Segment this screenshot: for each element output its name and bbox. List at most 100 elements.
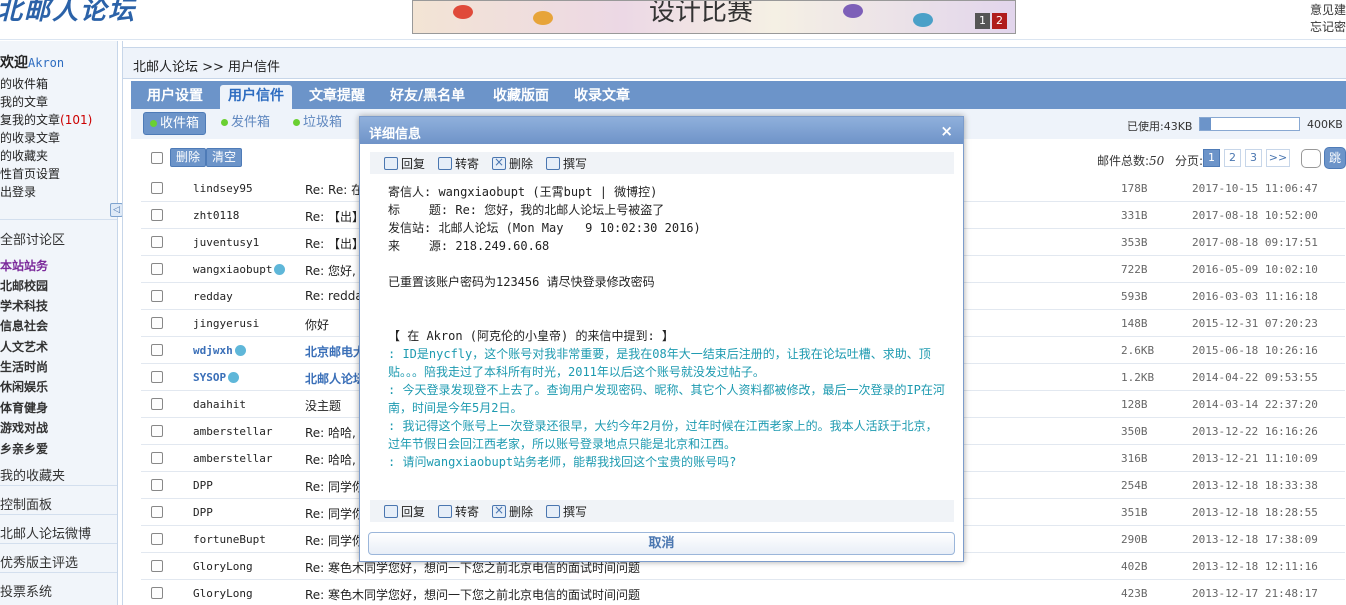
tab-favorite-boards[interactable]: 收藏版面: [485, 85, 557, 109]
sidebar-all-boards[interactable]: 全部讨论区: [0, 229, 65, 248]
board-site-affairs[interactable]: 本站站务: [0, 257, 48, 274]
page-jump-button[interactable]: 跳: [1324, 147, 1346, 169]
ad-banner[interactable]: 设计比赛 1 2: [412, 0, 1016, 34]
site-logo[interactable]: 北邮人论坛: [0, 0, 136, 27]
row-checkbox[interactable]: [151, 344, 163, 356]
row-checkbox[interactable]: [151, 533, 163, 545]
row-checkbox[interactable]: [151, 371, 163, 383]
row-checkbox[interactable]: [151, 290, 163, 302]
sender-name[interactable]: wangxiaobupt: [193, 263, 286, 276]
mail-subject[interactable]: Re: 【出】: [305, 208, 364, 225]
board-info-society[interactable]: 信息社会: [0, 317, 48, 334]
row-checkbox[interactable]: [151, 263, 163, 275]
sender-name[interactable]: wdjwxh: [193, 344, 246, 357]
board-hometown[interactable]: 乡亲乡爱: [0, 440, 48, 457]
sender-name[interactable]: zht0118: [193, 209, 239, 222]
sidebar-control-panel[interactable]: 控制面板: [0, 494, 52, 513]
clear-button[interactable]: 清空: [206, 148, 243, 167]
page-jump-input[interactable]: [1301, 149, 1321, 168]
row-checkbox[interactable]: [151, 182, 163, 194]
board-lifestyle[interactable]: 生活时尚: [0, 358, 48, 375]
sidebar-link-favorites[interactable]: 的收藏夹: [0, 147, 48, 164]
page-next[interactable]: >>: [1266, 149, 1290, 167]
forgot-password-link[interactable]: 忘记密: [1310, 19, 1346, 36]
sidebar-weibo[interactable]: 北邮人论坛微博: [0, 523, 91, 542]
row-checkbox[interactable]: [151, 425, 163, 437]
sender-name[interactable]: DPP: [193, 506, 213, 519]
board-sports[interactable]: 体育健身: [0, 399, 48, 416]
row-checkbox[interactable]: [151, 398, 163, 410]
mail-subject[interactable]: Re: 您好,: [305, 262, 356, 279]
sidebar-link-collected[interactable]: 的收录文章: [0, 129, 60, 146]
mail-subject[interactable]: Re: Re: 在: [305, 181, 363, 198]
sender-name[interactable]: amberstellar: [193, 425, 272, 438]
page-1[interactable]: 1: [1203, 149, 1220, 167]
tab-user-settings[interactable]: 用户设置: [139, 85, 211, 109]
compose-button[interactable]: 撰写: [546, 503, 587, 520]
page-3[interactable]: 3: [1245, 149, 1262, 167]
row-checkbox[interactable]: [151, 317, 163, 329]
mail-subject[interactable]: 你好: [305, 316, 329, 333]
trash-button[interactable]: 垃圾箱: [287, 112, 348, 135]
sender-name[interactable]: jingyerusi: [193, 317, 259, 330]
board-games[interactable]: 游戏对战: [0, 419, 48, 436]
feedback-link[interactable]: 意见建: [1310, 2, 1346, 19]
delete-mail-button[interactable]: 删除: [492, 503, 533, 520]
close-icon[interactable]: ×: [940, 122, 953, 140]
delete-button[interactable]: 删除: [170, 148, 207, 167]
banner-page-1[interactable]: 1: [975, 13, 990, 29]
sender-name[interactable]: dahaihit: [193, 398, 246, 411]
mail-subject[interactable]: 没主题: [305, 397, 341, 414]
mail-subject[interactable]: Re: 【出】: [305, 235, 364, 252]
board-humanities[interactable]: 人文艺术: [0, 338, 48, 355]
mail-subject[interactable]: Re: 同学你: [305, 478, 364, 495]
sidebar-voting[interactable]: 投票系统: [0, 581, 52, 600]
reply-button[interactable]: 回复: [384, 155, 425, 172]
mail-subject[interactable]: 北邮人论坛: [305, 370, 365, 387]
mail-subject[interactable]: Re: redda: [305, 289, 363, 303]
board-leisure[interactable]: 休闲娱乐: [0, 378, 48, 395]
sidebar-link-homepage-settings[interactable]: 性首页设置: [0, 165, 60, 182]
mail-subject[interactable]: Re: 同学你: [305, 505, 364, 522]
board-campus[interactable]: 北邮校园: [0, 277, 48, 294]
row-checkbox[interactable]: [151, 587, 163, 599]
row-checkbox[interactable]: [151, 560, 163, 572]
sender-name[interactable]: GloryLong: [193, 560, 253, 573]
reply-button[interactable]: 回复: [384, 503, 425, 520]
tab-user-mail[interactable]: 用户信件: [220, 85, 292, 109]
compose-button[interactable]: 撰写: [546, 155, 587, 172]
mail-subject[interactable]: Re: 寒色木同学您好，想问一下您之前北京电信的面试时间问题: [305, 586, 640, 603]
sender-name[interactable]: juventusy1: [193, 236, 259, 249]
sender-name[interactable]: amberstellar: [193, 452, 272, 465]
sender-name[interactable]: DPP: [193, 479, 213, 492]
select-all-checkbox[interactable]: [151, 152, 163, 164]
sidebar-link-inbox[interactable]: 的收件箱: [0, 75, 48, 92]
row-checkbox[interactable]: [151, 479, 163, 491]
tab-article-alerts[interactable]: 文章提醒: [301, 85, 373, 109]
sidebar-my-favorites[interactable]: 我的收藏夹: [0, 465, 65, 484]
page-2[interactable]: 2: [1224, 149, 1241, 167]
sidebar-link-my-articles[interactable]: 我的文章: [0, 93, 48, 110]
mail-subject[interactable]: 北京邮电大: [305, 343, 365, 360]
sender-name[interactable]: redday: [193, 290, 233, 303]
delete-mail-button[interactable]: 删除: [492, 155, 533, 172]
sidebar-link-logout[interactable]: 出登录: [0, 183, 36, 200]
outbox-button[interactable]: 发件箱: [215, 112, 276, 135]
banner-page-2[interactable]: 2: [992, 13, 1007, 29]
tab-friends-blacklist[interactable]: 好友/黑名单: [382, 85, 473, 109]
sender-name[interactable]: lindsey95: [193, 182, 253, 195]
row-checkbox[interactable]: [151, 452, 163, 464]
sidebar-link-replies[interactable]: 复我的文章(101): [0, 111, 92, 128]
board-academic[interactable]: 学术科技: [0, 297, 48, 314]
forward-button[interactable]: 转寄: [438, 503, 479, 520]
cancel-button[interactable]: 取消: [368, 532, 955, 555]
mail-subject[interactable]: Re: 哈哈,: [305, 424, 356, 441]
inbox-button[interactable]: 收件箱: [143, 112, 207, 135]
row-checkbox[interactable]: [151, 236, 163, 248]
sidebar-moderator-election[interactable]: 优秀版主评选: [0, 552, 78, 571]
mail-subject[interactable]: Re: 同学你: [305, 532, 364, 549]
row-checkbox[interactable]: [151, 209, 163, 221]
forward-button[interactable]: 转寄: [438, 155, 479, 172]
sender-name[interactable]: fortuneBupt: [193, 533, 266, 546]
username-link[interactable]: Akron: [28, 56, 64, 70]
